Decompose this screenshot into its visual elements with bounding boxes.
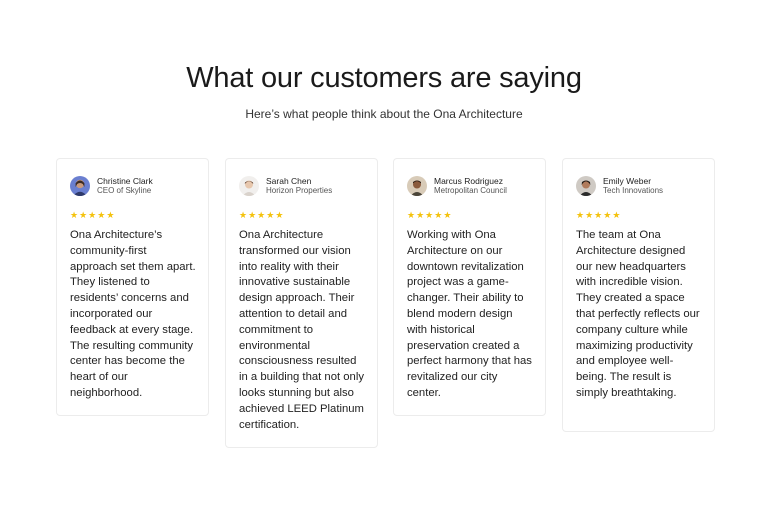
star-icon: ★ — [106, 210, 115, 220]
star-icon: ★ — [407, 210, 416, 220]
star-icon: ★ — [585, 210, 594, 220]
star-icon: ★ — [275, 210, 284, 220]
testimonial-quote: Ona Architecture’s community-first appro… — [70, 229, 196, 399]
star-icon: ★ — [576, 210, 585, 220]
testimonial-quote: Working with Ona Architecture on our dow… — [407, 229, 532, 399]
author-name: Sarah Chen — [266, 176, 312, 186]
testimonial-author: Emily Weber Tech Innovations — [576, 175, 702, 197]
testimonial-author: Sarah Chen Horizon Properties — [239, 175, 365, 197]
star-icon: ★ — [425, 210, 434, 220]
star-icon: ★ — [434, 210, 443, 220]
star-icon: ★ — [248, 210, 257, 220]
section-subtitle: Here’s what people think about the Ona A… — [245, 107, 523, 121]
avatar-marcus-icon — [407, 176, 427, 196]
rating-stars: ★ ★ ★ ★ ★ — [239, 210, 365, 220]
testimonial-author: Marcus Rodriguez Metropolitan Council — [407, 175, 533, 197]
star-icon: ★ — [70, 210, 79, 220]
star-icon: ★ — [88, 210, 97, 220]
star-icon: ★ — [603, 210, 612, 220]
testimonial-card: Sarah Chen Horizon Properties ★ ★ ★ ★ ★ … — [225, 158, 378, 448]
star-icon: ★ — [257, 210, 266, 220]
star-icon: ★ — [266, 210, 275, 220]
testimonial-card: Emily Weber Tech Innovations ★ ★ ★ ★ ★ T… — [562, 158, 715, 432]
star-icon: ★ — [594, 210, 603, 220]
avatar-emily-icon — [576, 176, 596, 196]
star-icon: ★ — [97, 210, 106, 220]
star-icon: ★ — [443, 210, 452, 220]
author-name: Christine Clark — [97, 176, 153, 186]
rating-stars: ★ ★ ★ ★ ★ — [407, 210, 533, 220]
avatar-christine-icon — [70, 176, 90, 196]
testimonial-author: Christine Clark CEO of Skyline — [70, 175, 196, 197]
testimonials-section: What our customers are saying Here’s wha… — [0, 0, 768, 520]
star-icon: ★ — [612, 210, 621, 220]
testimonial-quote: The team at Ona Architecture designed ou… — [576, 229, 700, 399]
author-name: Marcus Rodriguez — [434, 176, 503, 186]
rating-stars: ★ ★ ★ ★ ★ — [70, 210, 196, 220]
testimonial-card: Christine Clark CEO of Skyline ★ ★ ★ ★ ★… — [56, 158, 209, 416]
author-role: Metropolitan Council — [434, 186, 507, 195]
section-title: What our customers are saying — [186, 62, 582, 94]
star-icon: ★ — [239, 210, 248, 220]
testimonial-card: Marcus Rodriguez Metropolitan Council ★ … — [393, 158, 546, 416]
star-icon: ★ — [416, 210, 425, 220]
testimonial-quote: Ona Architecture transformed our vision … — [239, 229, 364, 431]
author-role: Tech Innovations — [603, 186, 664, 195]
avatar-sarah-icon — [239, 176, 259, 196]
author-name: Emily Weber — [603, 176, 652, 186]
author-role: Horizon Properties — [266, 186, 333, 195]
star-icon: ★ — [79, 210, 88, 220]
rating-stars: ★ ★ ★ ★ ★ — [576, 210, 702, 220]
author-role: CEO of Skyline — [97, 186, 152, 195]
